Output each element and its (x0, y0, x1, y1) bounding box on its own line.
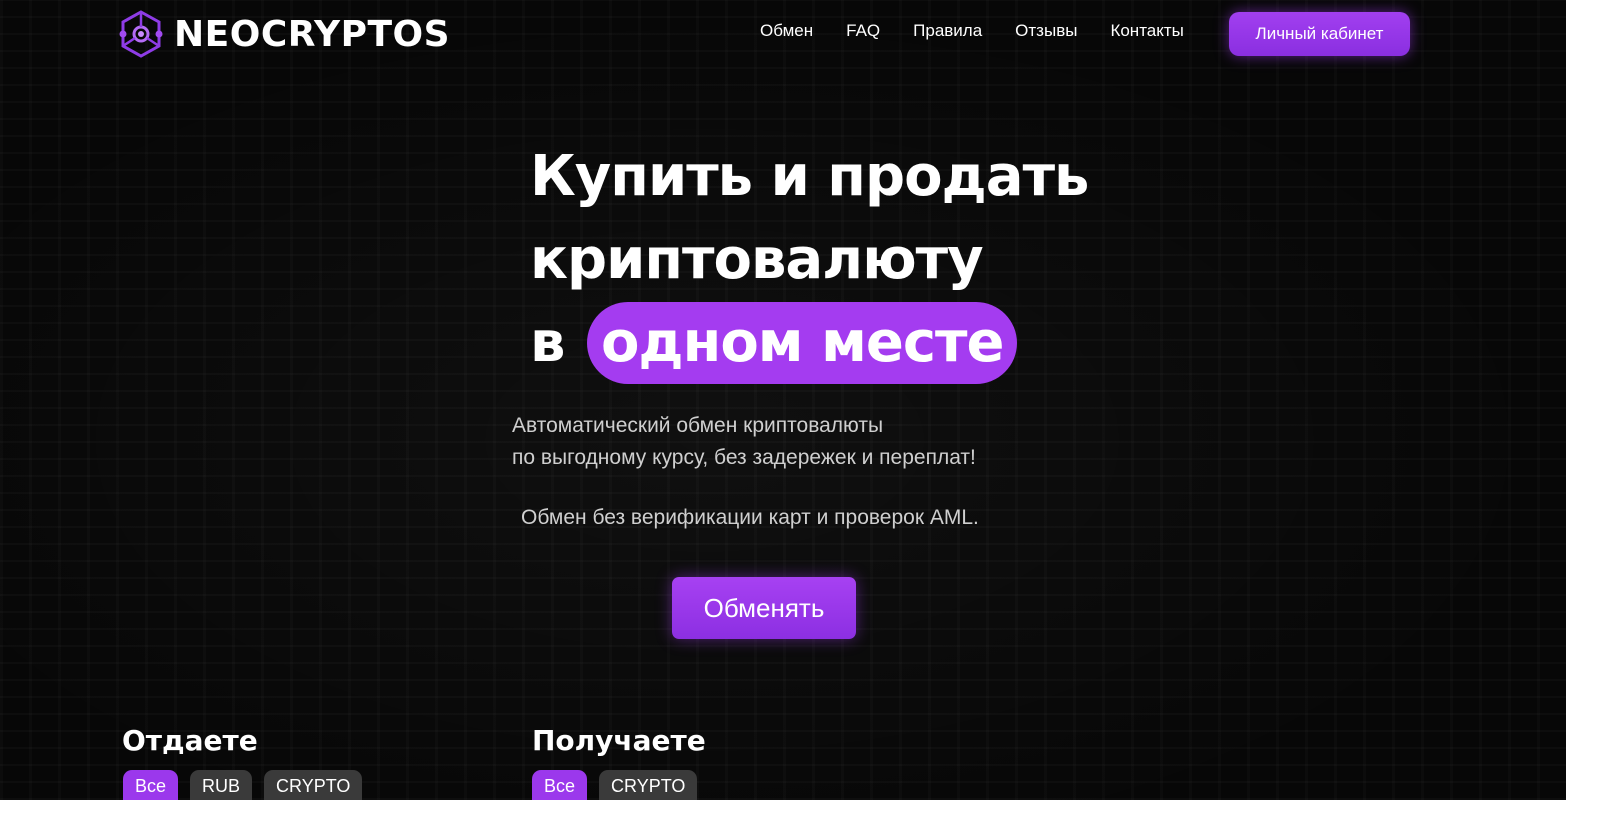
hero-subtitle: Автоматический обмен криптовалюты по выг… (512, 410, 976, 474)
receive-filter-crypto[interactable]: CRYPTO (599, 770, 698, 800)
hero-title-line-3: в одном месте (530, 301, 1088, 384)
nav-item-reviews[interactable]: Отзывы (1015, 21, 1077, 41)
hero-title: Купить и продать криптовалюту в одном ме… (530, 135, 1089, 384)
exchange-button[interactable]: Обменять (672, 577, 856, 639)
hero-subtitle-line-2: по выгодному курсу, без задережек и пере… (512, 446, 976, 469)
hero-title-line-2: криптовалюту (530, 227, 984, 292)
give-filter-rub[interactable]: RUB (190, 770, 253, 800)
hero-title-line-1: Купить и продать (530, 144, 1089, 209)
receive-filter-all[interactable]: Все (532, 770, 588, 800)
nav-item-contacts[interactable]: Контакты (1110, 21, 1183, 41)
window-bottom-edge (0, 800, 1566, 815)
hero-note: Обмен без верификации карт и проверок AM… (521, 506, 979, 529)
nav-item-rules[interactable]: Правила (913, 21, 982, 41)
scrollbar[interactable] (1566, 0, 1600, 815)
atom-network-icon (119, 10, 163, 58)
give-title: Отдаете (122, 724, 258, 757)
hero-title-highlight: одном месте (586, 302, 1018, 384)
give-filter-all[interactable]: Все (123, 770, 179, 800)
give-filters: Все RUB CRYPTO (123, 770, 363, 800)
receive-filters: Все CRYPTO (532, 770, 698, 800)
personal-cabinet-button[interactable]: Личный кабинет (1229, 12, 1410, 56)
receive-title: Получаете (532, 724, 706, 757)
nav-item-exchange[interactable]: Обмен (760, 21, 813, 41)
hero-subtitle-line-1: Автоматический обмен криптовалюты (512, 414, 884, 437)
brand-logo[interactable]: NEOCRYPTOS (118, 9, 450, 59)
main-nav: Обмен FAQ Правила Отзывы Контакты (760, 21, 1184, 41)
brand-name: NEOCRYPTOS (174, 13, 451, 55)
give-filter-crypto[interactable]: CRYPTO (264, 770, 363, 800)
page-viewport: NEOCRYPTOS Обмен FAQ Правила Отзывы Конт… (0, 0, 1566, 800)
nav-item-faq[interactable]: FAQ (846, 21, 880, 41)
hero-title-prefix: в (530, 310, 565, 375)
